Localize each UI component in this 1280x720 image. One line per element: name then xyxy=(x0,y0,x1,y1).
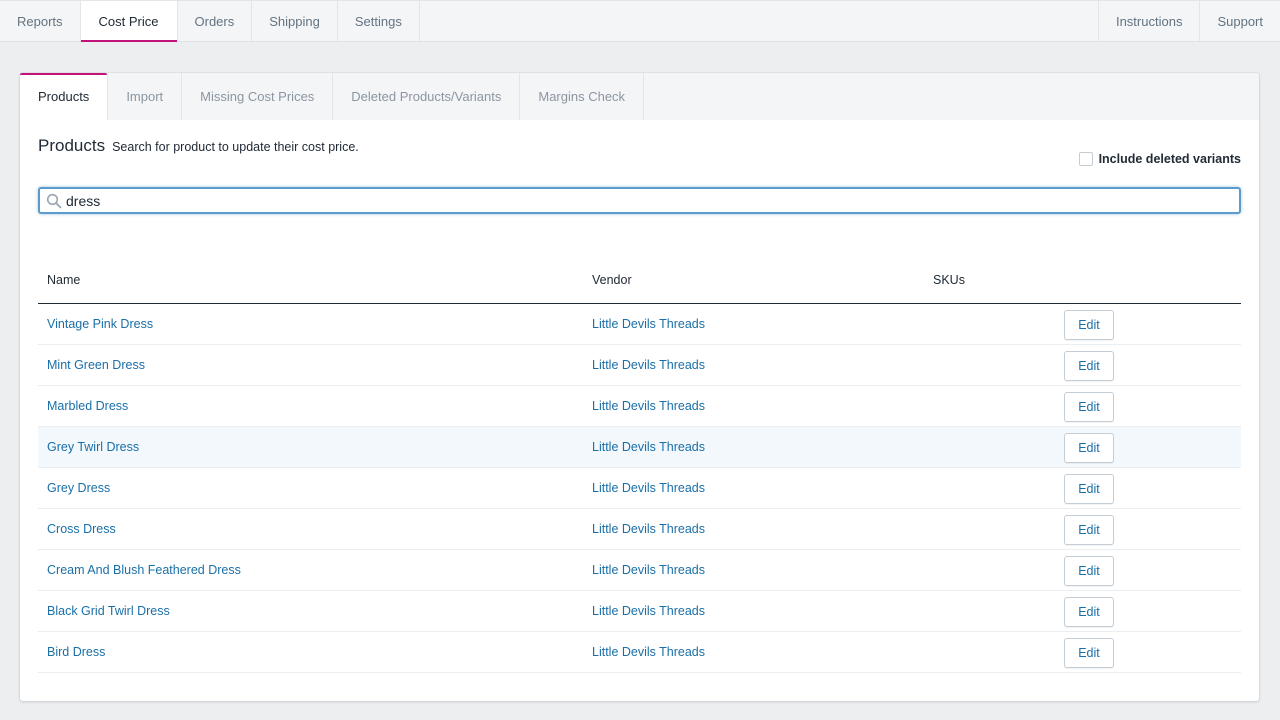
product-name-link[interactable]: Grey Twirl Dress xyxy=(47,440,139,454)
edit-button[interactable]: Edit xyxy=(1064,474,1114,504)
vendor-link[interactable]: Little Devils Threads xyxy=(592,440,705,454)
edit-button[interactable]: Edit xyxy=(1064,638,1114,668)
table-row: Bird Dress Little Devils Threads Edit xyxy=(38,632,1241,673)
product-name-link[interactable]: Black Grid Twirl Dress xyxy=(47,604,170,618)
top-nav-right: Instructions Support xyxy=(1097,1,1280,41)
page-title: Products xyxy=(38,136,106,155)
vendor-link[interactable]: Little Devils Threads xyxy=(592,481,705,495)
table-row: Cross Dress Little Devils Threads Edit xyxy=(38,509,1241,550)
product-name-link[interactable]: Vintage Pink Dress xyxy=(47,317,153,331)
vendor-link[interactable]: Little Devils Threads xyxy=(592,399,705,413)
vendor-link[interactable]: Little Devils Threads xyxy=(592,358,705,372)
product-name-link[interactable]: Grey Dress xyxy=(47,481,110,495)
top-tab-shipping[interactable]: Shipping xyxy=(252,1,338,41)
table-row: Mint Green Dress Little Devils Threads E… xyxy=(38,345,1241,386)
table-row: Black Grid Twirl Dress Little Devils Thr… xyxy=(38,591,1241,632)
edit-button[interactable]: Edit xyxy=(1064,351,1114,381)
subtab-margins-check[interactable]: Margins Check xyxy=(520,73,645,120)
subtab-missing-cost-prices[interactable]: Missing Cost Prices xyxy=(182,73,334,120)
vendor-link[interactable]: Little Devils Threads xyxy=(592,522,705,536)
vendor-link[interactable]: Little Devils Threads xyxy=(592,645,705,659)
product-name-link[interactable]: Mint Green Dress xyxy=(47,358,145,372)
edit-button[interactable]: Edit xyxy=(1064,515,1114,545)
products-card: Products Import Missing Cost Prices Dele… xyxy=(20,73,1259,701)
edit-button[interactable]: Edit xyxy=(1064,597,1114,627)
table-row: Cream And Blush Feathered Dress Little D… xyxy=(38,550,1241,591)
search-box[interactable] xyxy=(38,187,1241,214)
top-nav-left: Reports Cost Price Orders Shipping Setti… xyxy=(0,1,420,42)
edit-button[interactable]: Edit xyxy=(1064,433,1114,463)
table-row: Marbled Dress Little Devils Threads Edit xyxy=(38,386,1241,427)
page-heading: Products Search for product to update th… xyxy=(38,136,359,156)
vendor-link[interactable]: Little Devils Threads xyxy=(592,317,705,331)
product-name-link[interactable]: Cross Dress xyxy=(47,522,116,536)
search-icon xyxy=(46,193,62,208)
product-name-link[interactable]: Bird Dress xyxy=(47,645,105,659)
page-subtitle: Search for product to update their cost … xyxy=(112,140,359,154)
table-row-highlighted: Grey Twirl Dress Little Devils Threads E… xyxy=(38,427,1241,468)
vendor-link[interactable]: Little Devils Threads xyxy=(592,563,705,577)
header-vendor: Vendor xyxy=(592,272,632,287)
subtab-products[interactable]: Products xyxy=(20,73,109,120)
top-tab-support[interactable]: Support xyxy=(1199,1,1280,41)
subtab-import[interactable]: Import xyxy=(108,73,183,120)
subtab-deleted-products-variants[interactable]: Deleted Products/Variants xyxy=(333,73,521,120)
include-deleted-label: Include deleted variants xyxy=(1098,152,1241,166)
edit-button[interactable]: Edit xyxy=(1064,392,1114,422)
product-name-link[interactable]: Marbled Dress xyxy=(47,399,128,413)
top-tab-cost-price[interactable]: Cost Price xyxy=(80,1,178,42)
table-row: Grey Dress Little Devils Threads Edit xyxy=(38,468,1241,509)
top-tab-reports[interactable]: Reports xyxy=(0,1,81,41)
sub-tabs: Products Import Missing Cost Prices Dele… xyxy=(20,73,1259,120)
header-skus: SKUs xyxy=(933,272,965,287)
table-header: Name Vendor SKUs xyxy=(38,256,1241,304)
search-input[interactable] xyxy=(66,189,1239,212)
table-row: Vintage Pink Dress Little Devils Threads… xyxy=(38,304,1241,345)
include-deleted-checkbox[interactable] xyxy=(1078,152,1093,166)
product-name-link[interactable]: Cream And Blush Feathered Dress xyxy=(47,563,241,577)
include-deleted-variants[interactable]: Include deleted variants xyxy=(1078,152,1241,166)
top-tab-orders[interactable]: Orders xyxy=(178,1,253,41)
edit-button[interactable]: Edit xyxy=(1064,310,1114,340)
header-name: Name xyxy=(47,272,81,287)
products-table: Name Vendor SKUs Vintage Pink Dress Litt… xyxy=(38,256,1241,673)
top-tab-instructions[interactable]: Instructions xyxy=(1097,1,1199,41)
vendor-link[interactable]: Little Devils Threads xyxy=(592,604,705,618)
top-navigation: Reports Cost Price Orders Shipping Setti… xyxy=(0,0,1280,42)
top-tab-settings[interactable]: Settings xyxy=(338,1,420,41)
edit-button[interactable]: Edit xyxy=(1064,556,1114,586)
